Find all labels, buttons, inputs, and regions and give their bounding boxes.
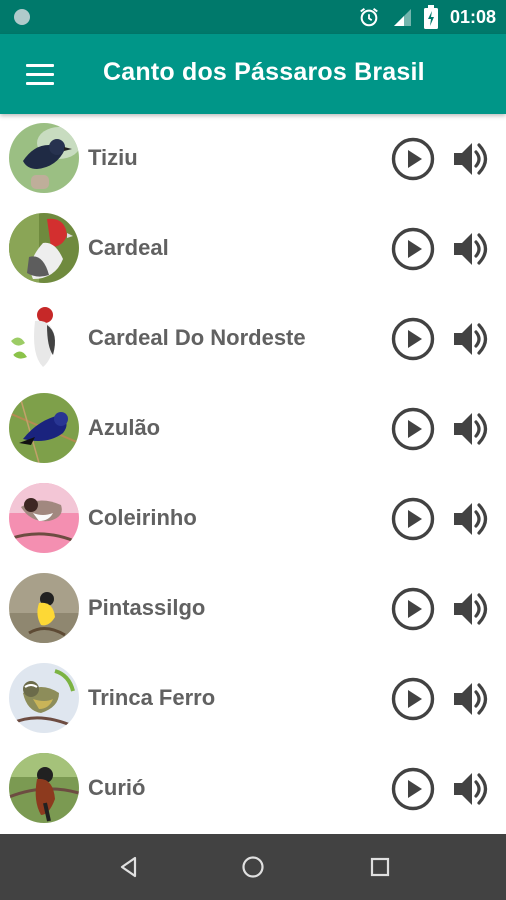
battery-icon [423, 5, 438, 29]
bird-name: Cardeal [88, 235, 169, 260]
list-item[interactable]: Trinca Ferro [0, 654, 506, 744]
play-circle-icon[interactable] [391, 407, 435, 451]
bird-avatar [9, 213, 79, 283]
list-item[interactable]: Coleirinho [0, 474, 506, 564]
volume-icon[interactable] [452, 229, 494, 269]
play-circle-icon[interactable] [391, 317, 435, 361]
list-item[interactable]: Pintassilgo [0, 564, 506, 654]
list-item[interactable]: Cardeal Do Nordeste [0, 294, 506, 384]
list-item[interactable]: Cardeal [0, 204, 506, 294]
bird-name: Coleirinho [88, 505, 197, 530]
bird-avatar [9, 753, 79, 823]
home-icon[interactable] [240, 854, 266, 880]
play-circle-icon[interactable] [391, 677, 435, 721]
recents-icon[interactable] [367, 854, 393, 880]
status-time: 01:08 [449, 6, 496, 27]
play-circle-icon[interactable] [391, 227, 435, 271]
bird-avatar [9, 303, 79, 373]
volume-icon[interactable] [452, 409, 494, 449]
bird-name: Pintassilgo [88, 595, 206, 620]
status-bar: 01:08 [0, 0, 506, 34]
list-item[interactable]: Azulão [0, 384, 506, 474]
volume-icon[interactable] [452, 679, 494, 719]
bird-avatar [9, 393, 79, 463]
bird-avatar [9, 483, 79, 553]
bird-name: Trinca Ferro [88, 685, 216, 710]
list-item[interactable]: Curió [0, 744, 506, 834]
play-circle-icon[interactable] [391, 767, 435, 811]
bird-list: Tiziu Cardeal Cardeal Do Nordeste Azulão… [0, 114, 506, 834]
bird-avatar [9, 123, 79, 193]
navigation-bar [0, 834, 506, 900]
play-circle-icon[interactable] [391, 587, 435, 631]
bird-name: Curió [88, 775, 146, 800]
bird-avatar [9, 573, 79, 643]
hamburger-menu-icon[interactable] [26, 64, 54, 86]
list-item[interactable]: Tiziu [0, 114, 506, 204]
volume-icon[interactable] [452, 769, 494, 809]
app-bar: Canto dos Pássaros Brasil [0, 34, 506, 114]
bird-name: Cardeal Do Nordeste [88, 325, 306, 350]
back-icon[interactable] [116, 854, 142, 880]
play-circle-icon[interactable] [391, 137, 435, 181]
bird-avatar [9, 663, 79, 733]
notification-dot-icon [14, 9, 30, 25]
play-circle-icon[interactable] [391, 497, 435, 541]
alarm-clock-icon [360, 7, 378, 27]
bird-name: Tiziu [88, 145, 138, 170]
signal-icon [393, 9, 411, 26]
volume-icon[interactable] [452, 589, 494, 629]
app-title: Canto dos Pássaros Brasil [103, 58, 425, 86]
volume-icon[interactable] [452, 319, 494, 359]
volume-icon[interactable] [452, 499, 494, 539]
bird-name: Azulão [88, 415, 161, 440]
volume-icon[interactable] [452, 139, 494, 179]
